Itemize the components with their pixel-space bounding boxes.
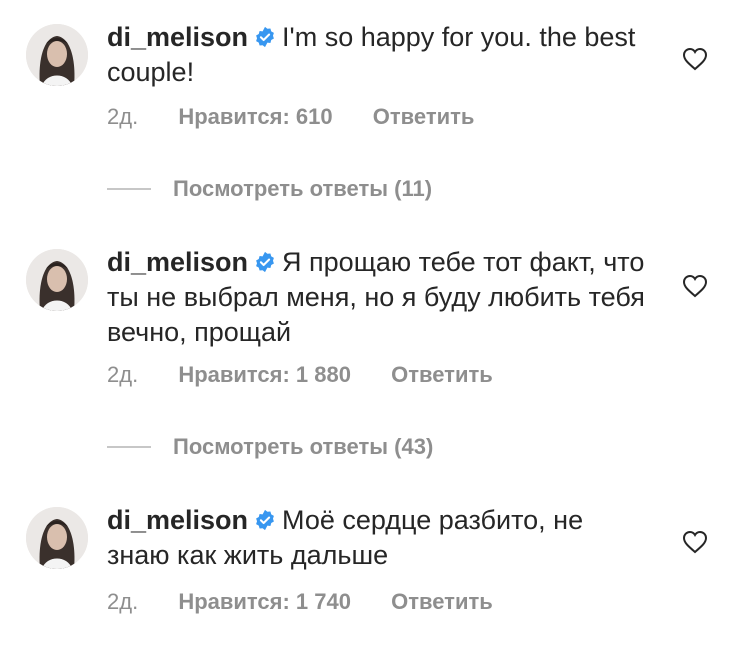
avatar-image	[26, 249, 88, 311]
verified-badge-icon	[254, 22, 276, 48]
comment-time: 2д.	[107, 589, 139, 614]
verified-badge-icon	[254, 505, 276, 531]
heart-outline-icon[interactable]	[682, 530, 708, 554]
avatar[interactable]	[26, 24, 88, 86]
reply-button[interactable]: Ответить	[391, 589, 493, 614]
replies-divider	[107, 446, 151, 448]
comment-text-block: di_melison I'm so happy for you. the best…	[107, 20, 647, 90]
verified-badge-icon	[254, 247, 276, 273]
reply-button[interactable]: Ответить	[373, 104, 475, 129]
comment-time: 2д.	[107, 362, 139, 387]
likes-count[interactable]: Нравится: 1 740	[178, 589, 351, 614]
replies-divider	[107, 188, 151, 190]
avatar-image	[26, 507, 88, 569]
comment-meta: 2д. Нравится: 1 880 Ответить	[107, 362, 493, 388]
comment-meta: 2д. Нравится: 1 740 Ответить	[107, 589, 493, 615]
view-replies-label[interactable]: Посмотреть ответы (11)	[173, 174, 432, 204]
heart-outline-icon[interactable]	[682, 274, 708, 298]
reply-button[interactable]: Ответить	[391, 362, 493, 387]
comment-time: 2д.	[107, 104, 139, 129]
comment-text-block: di_melison Я прощаю тебе тот факт, что ты…	[107, 245, 647, 350]
avatar[interactable]	[26, 249, 88, 311]
likes-count[interactable]: Нравится: 1 880	[178, 362, 351, 387]
username[interactable]: di_melison	[107, 22, 248, 52]
username[interactable]: di_melison	[107, 505, 248, 535]
username[interactable]: di_melison	[107, 247, 248, 277]
comment-meta: 2д. Нравится: 610 Ответить	[107, 104, 474, 130]
view-replies-label[interactable]: Посмотреть ответы (43)	[173, 432, 433, 462]
likes-count[interactable]: Нравится: 610	[178, 104, 332, 129]
avatar-image	[26, 24, 88, 86]
avatar[interactable]	[26, 507, 88, 569]
heart-outline-icon[interactable]	[682, 47, 708, 71]
comment-text-block: di_melison Моё сердце разбито, не знаю ка…	[107, 503, 647, 573]
